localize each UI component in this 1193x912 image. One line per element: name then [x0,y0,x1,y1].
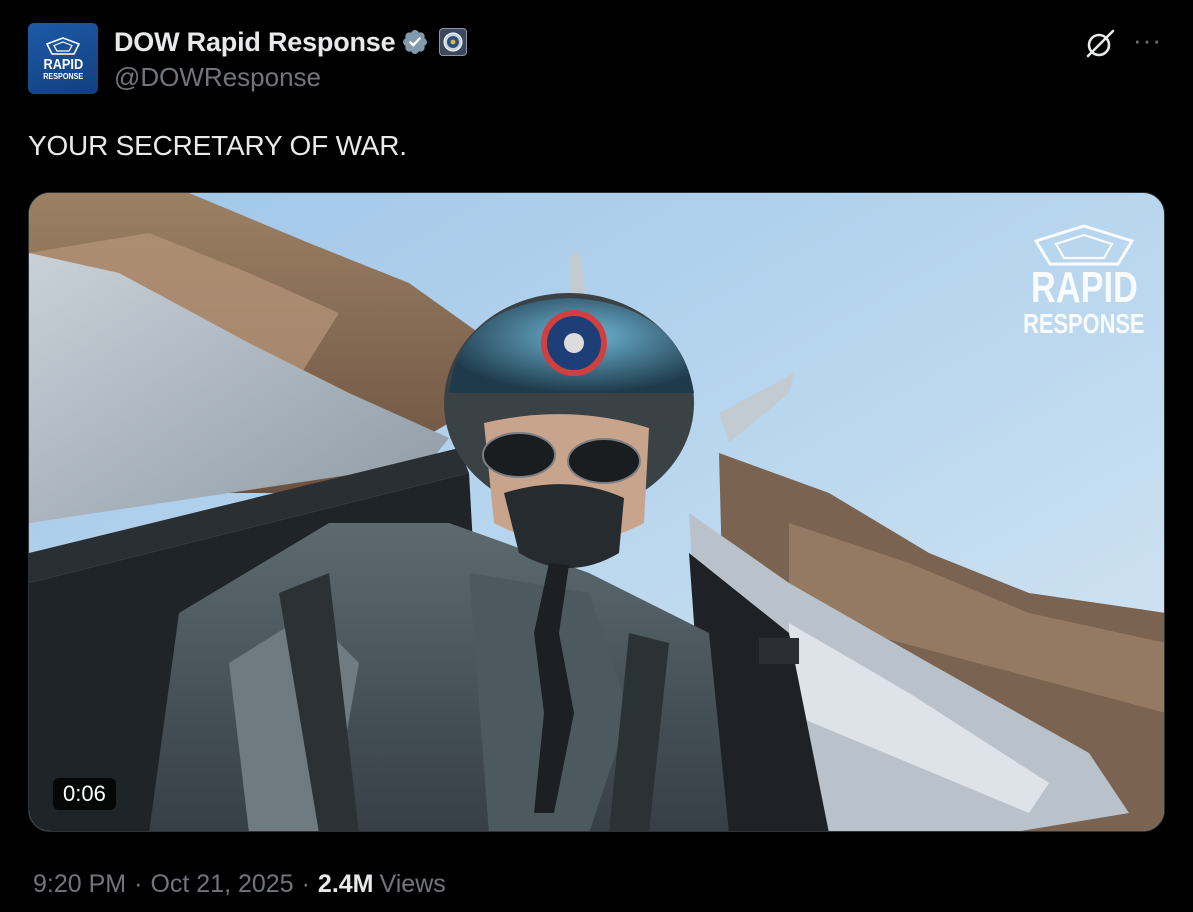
grok-icon[interactable] [1083,27,1117,61]
rapid-response-watermark: RAPID RESPONSE [1023,223,1145,339]
more-options-icon[interactable]: ··· [1133,27,1165,53]
author-avatar[interactable]: RAPID RESPONSE [28,23,98,94]
video-thumbnail [29,193,1164,831]
views-count[interactable]: 2.4M [318,870,374,899]
author-display-name[interactable]: DOW Rapid Response [114,27,396,58]
author-handle[interactable]: @DOWResponse [114,62,321,93]
post-time[interactable]: 9:20 PM [33,870,126,899]
seal-emblem-icon [443,32,463,52]
pentagon-logo-icon [46,36,80,55]
views-label: Views [379,870,446,898]
avatar-text-response: RESPONSE [42,71,84,81]
meta-separator: · [134,870,143,898]
author-name-row: DOW Rapid Response [114,25,468,59]
post: RAPID RESPONSE DOW Rapid Response @DOWRe… [0,0,1193,912]
watermark-text-response: RESPONSE [1023,308,1145,339]
video-player[interactable]: RAPID RESPONSE 0:06 [28,192,1165,832]
department-seal-icon[interactable] [439,28,468,56]
post-meta: 9:20 PM · Oct 21, 2025 · 2.4M Views [33,870,446,899]
watermark-text-rapid: RAPID [1030,263,1138,312]
post-date[interactable]: Oct 21, 2025 [150,870,293,899]
verified-badge-icon[interactable] [401,28,429,56]
avatar-text-rapid: RAPID [43,55,83,73]
pentagon-watermark-icon [1033,224,1135,266]
video-duration-badge: 0:06 [53,778,116,810]
meta-separator: · [301,870,310,898]
post-text: YOUR SECRETARY OF WAR. [28,130,407,161]
